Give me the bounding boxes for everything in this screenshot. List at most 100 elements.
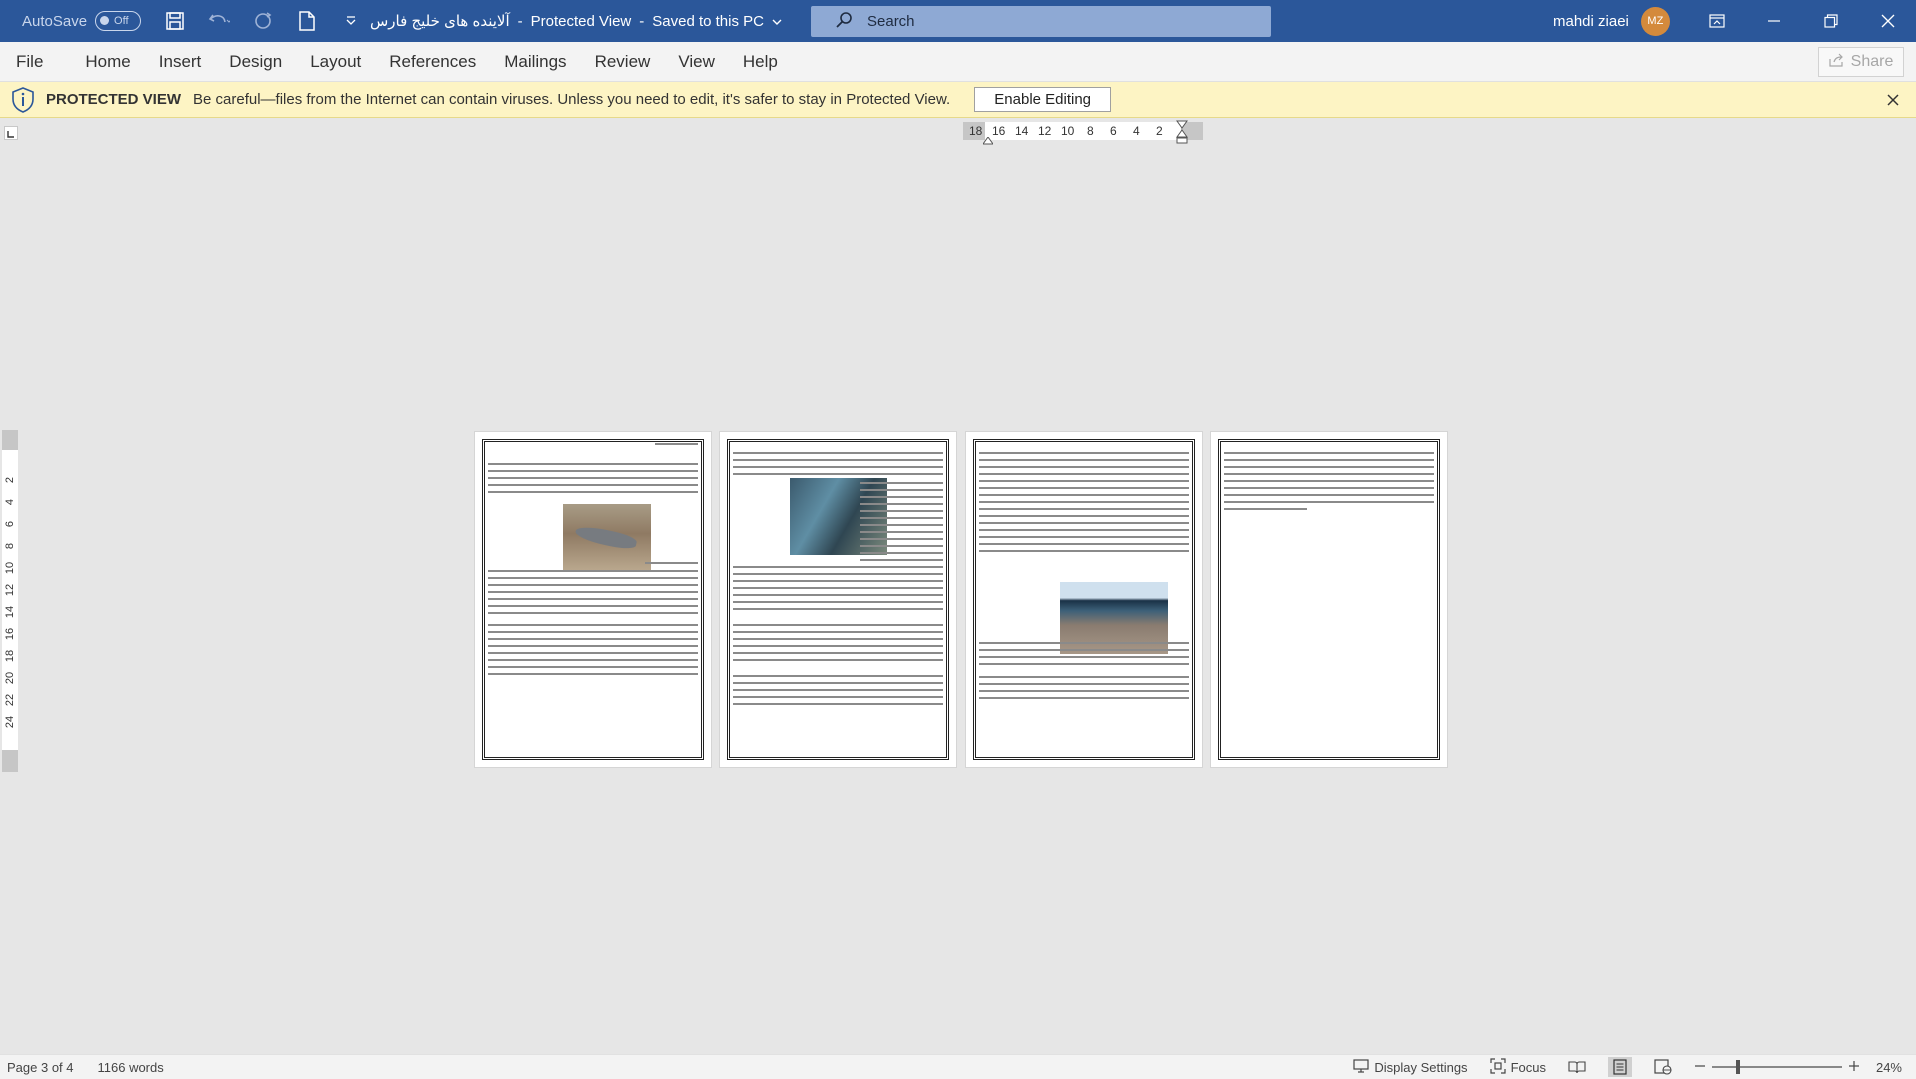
- ruler-number: 2: [4, 476, 16, 484]
- text-line: [488, 591, 698, 593]
- search-box[interactable]: Search: [811, 6, 1271, 37]
- text-line: [733, 645, 943, 647]
- text-line: [979, 487, 1189, 489]
- zoom-slider-thumb[interactable]: [1735, 1060, 1740, 1074]
- tab-review[interactable]: Review: [581, 42, 665, 82]
- enable-editing-button[interactable]: Enable Editing: [974, 87, 1112, 112]
- tab-layout[interactable]: Layout: [296, 42, 375, 82]
- ruler-number: 16: [4, 627, 16, 641]
- text-line: [488, 673, 698, 675]
- document-page-4[interactable]: [1210, 431, 1448, 768]
- customize-toolbar-icon[interactable]: [337, 7, 365, 35]
- text-line: [979, 452, 1189, 454]
- tab-design[interactable]: Design: [215, 42, 296, 82]
- text-line: [979, 522, 1189, 524]
- text-line: [979, 494, 1189, 496]
- new-document-icon[interactable]: [293, 7, 321, 35]
- text-line: [979, 690, 1189, 692]
- text-line: [979, 501, 1189, 503]
- right-indent-marker[interactable]: [1176, 120, 1188, 149]
- avatar[interactable]: MZ: [1640, 6, 1670, 36]
- tab-view[interactable]: View: [664, 42, 729, 82]
- text-line: [488, 484, 698, 486]
- tab-help[interactable]: Help: [729, 42, 792, 82]
- document-page-3[interactable]: [965, 431, 1203, 768]
- tab-references[interactable]: References: [375, 42, 490, 82]
- text-line: [979, 515, 1189, 517]
- ribbon-tabs: File Home Insert Design Layout Reference…: [0, 42, 1916, 82]
- text-line: [860, 496, 943, 498]
- user-account[interactable]: mahdi ziaei MZ: [1553, 0, 1670, 42]
- tab-file[interactable]: File: [0, 42, 57, 82]
- document-page-2[interactable]: [719, 431, 957, 768]
- text-line: [860, 552, 943, 554]
- focus-button[interactable]: Focus: [1489, 1057, 1546, 1077]
- left-indent-marker[interactable]: [982, 132, 994, 150]
- autosave-switch[interactable]: Off: [95, 11, 142, 31]
- document-page-1[interactable]: [474, 431, 712, 768]
- ruler-margin-top: [2, 430, 18, 450]
- page-count[interactable]: Page 3 of 4: [7, 1060, 74, 1075]
- zoom-in-icon[interactable]: [1848, 1060, 1860, 1075]
- autosave-toggle[interactable]: AutoSave Off: [22, 11, 142, 31]
- ruler-number: 12: [4, 583, 16, 597]
- ribbon-display-options-icon[interactable]: [1688, 0, 1745, 42]
- info-shield-icon: [10, 86, 36, 113]
- text-line: [1224, 466, 1434, 468]
- ruler-number: 2: [1156, 124, 1163, 138]
- close-icon[interactable]: [1859, 0, 1916, 42]
- print-layout-icon[interactable]: [1607, 1057, 1632, 1077]
- text-line: [1224, 487, 1434, 489]
- text-line: [645, 562, 698, 564]
- ruler-number: 8: [4, 542, 16, 550]
- zoom-out-icon[interactable]: [1694, 1060, 1706, 1075]
- share-button[interactable]: Share: [1818, 47, 1904, 77]
- ruler-number: 20: [4, 671, 16, 685]
- ruler-number: 6: [1110, 124, 1117, 138]
- read-mode-icon[interactable]: [1568, 1060, 1586, 1074]
- text-line: [733, 452, 943, 454]
- text-line: [733, 675, 943, 677]
- vertical-ruler[interactable]: 2 4 6 8 10 12 14 16 18 20 22 24: [2, 430, 18, 772]
- undo-icon[interactable]: [205, 7, 233, 35]
- ruler-number: 12: [1038, 124, 1052, 138]
- ruler-number: 14: [1015, 124, 1029, 138]
- text-line: [1224, 480, 1434, 482]
- tab-insert[interactable]: Insert: [145, 42, 216, 82]
- save-icon[interactable]: [161, 7, 189, 35]
- text-line: [979, 536, 1189, 538]
- zoom-level[interactable]: 24%: [1876, 1060, 1902, 1075]
- text-line: [860, 538, 943, 540]
- display-settings-label: Display Settings: [1374, 1059, 1468, 1075]
- text-line: [979, 473, 1189, 475]
- save-status: Saved to this PC: [652, 12, 764, 30]
- tab-mailings[interactable]: Mailings: [490, 42, 580, 82]
- title-bar: AutoSave Off آلاینده های خلیج فارس - Pro…: [0, 0, 1916, 42]
- tab-home[interactable]: Home: [71, 42, 144, 82]
- user-name: mahdi ziaei: [1553, 12, 1629, 30]
- text-line: [860, 545, 943, 547]
- web-layout-icon[interactable]: [1654, 1059, 1672, 1075]
- document-title[interactable]: آلاینده های خلیج فارس - Protected View -…: [370, 0, 782, 42]
- text-line: [979, 508, 1189, 510]
- display-settings-button[interactable]: Display Settings: [1353, 1058, 1468, 1076]
- text-line: [488, 605, 698, 607]
- minimize-icon[interactable]: [1745, 0, 1802, 42]
- text-line: [488, 645, 698, 647]
- text-line: [733, 631, 943, 633]
- text-line: [979, 466, 1189, 468]
- text-line: [1224, 473, 1434, 475]
- text-line: [733, 652, 943, 654]
- word-count[interactable]: 1166 words: [98, 1060, 164, 1075]
- close-icon[interactable]: [1884, 91, 1902, 109]
- tab-selector[interactable]: [4, 126, 18, 140]
- text-line: [1224, 494, 1434, 496]
- zoom-slider[interactable]: [1711, 1060, 1842, 1074]
- search-placeholder: Search: [867, 13, 915, 30]
- horizontal-ruler[interactable]: 18 16 14 12 10 8 6 4 2: [963, 120, 1203, 145]
- text-line: [488, 624, 698, 626]
- restore-icon[interactable]: [1802, 0, 1859, 42]
- dolphin-image: [563, 504, 651, 570]
- ruler-number: 18: [969, 124, 983, 138]
- redo-icon[interactable]: [249, 7, 277, 35]
